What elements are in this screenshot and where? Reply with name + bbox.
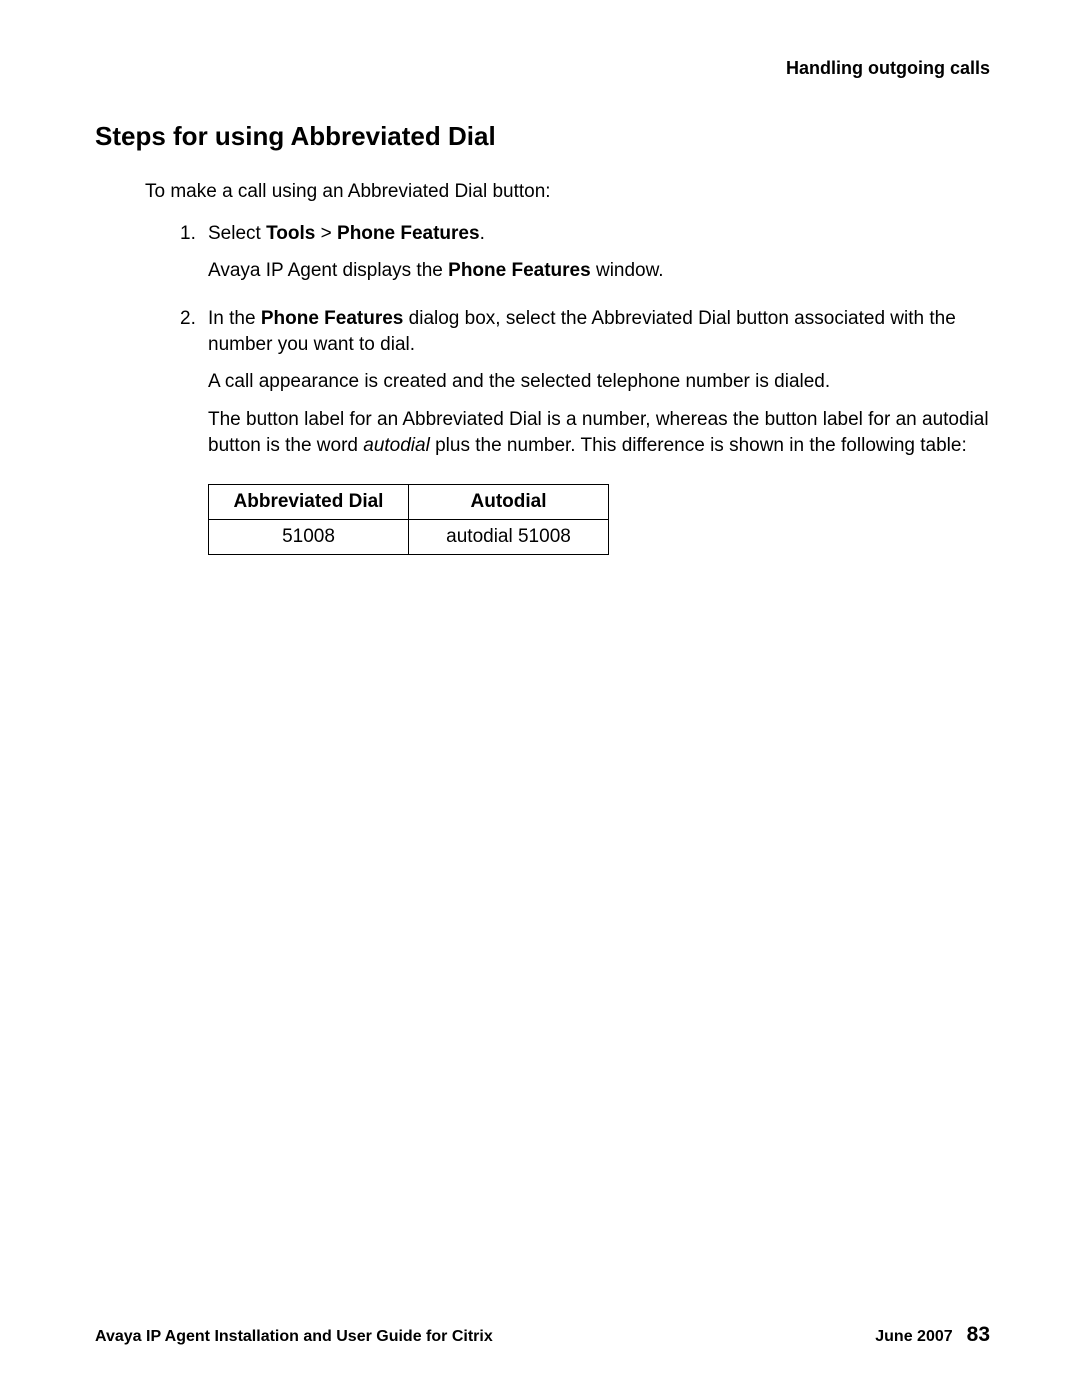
comparison-table: Abbreviated Dial Autodial 51008 autodial…: [208, 484, 609, 555]
table-header-abbreviated: Abbreviated Dial: [209, 485, 409, 520]
footer-doc-title: Avaya IP Agent Installation and User Gui…: [95, 1328, 493, 1346]
text: In the: [208, 308, 261, 329]
step-2-line-2: A call appearance is created and the sel…: [208, 369, 990, 395]
text: Avaya IP Agent displays the: [208, 260, 448, 281]
footer-right: June 2007 83: [875, 1323, 990, 1347]
steps-list: 1. Select Tools > Phone Features. Avaya …: [180, 221, 990, 470]
bold-text: Phone Features: [261, 308, 404, 329]
italic-text: autodial: [363, 435, 430, 456]
text: Select: [208, 223, 266, 244]
bold-text: Phone Features: [337, 223, 480, 244]
page-footer: Avaya IP Agent Installation and User Gui…: [95, 1323, 990, 1347]
step-content: In the Phone Features dialog box, select…: [208, 306, 990, 470]
step-1: 1. Select Tools > Phone Features. Avaya …: [180, 221, 990, 296]
table-header-row: Abbreviated Dial Autodial: [209, 485, 609, 520]
step-number: 1.: [180, 221, 208, 296]
step-2: 2. In the Phone Features dialog box, sel…: [180, 306, 990, 470]
section-title: Steps for using Abbreviated Dial: [95, 121, 990, 152]
table-header-autodial: Autodial: [409, 485, 609, 520]
step-1-line-1: Select Tools > Phone Features.: [208, 221, 990, 247]
table-cell-abbreviated: 51008: [209, 520, 409, 555]
page-header-section: Handling outgoing calls: [95, 58, 990, 79]
step-number: 2.: [180, 306, 208, 470]
page-number: 83: [967, 1323, 990, 1346]
text: >: [315, 223, 337, 244]
footer-date: June 2007: [875, 1328, 952, 1345]
table-row: 51008 autodial 51008: [209, 520, 609, 555]
text: plus the number. This difference is show…: [430, 435, 967, 456]
table-cell-autodial: autodial 51008: [409, 520, 609, 555]
bold-text: Tools: [266, 223, 315, 244]
step-1-line-2: Avaya IP Agent displays the Phone Featur…: [208, 258, 990, 284]
step-2-line-3: The button label for an Abbreviated Dial…: [208, 407, 990, 458]
step-content: Select Tools > Phone Features. Avaya IP …: [208, 221, 990, 296]
step-2-line-1: In the Phone Features dialog box, select…: [208, 306, 990, 357]
intro-text: To make a call using an Abbreviated Dial…: [145, 180, 990, 205]
comparison-table-wrap: Abbreviated Dial Autodial 51008 autodial…: [208, 484, 990, 555]
text: window.: [591, 260, 664, 281]
text: .: [480, 223, 485, 244]
bold-text: Phone Features: [448, 260, 591, 281]
